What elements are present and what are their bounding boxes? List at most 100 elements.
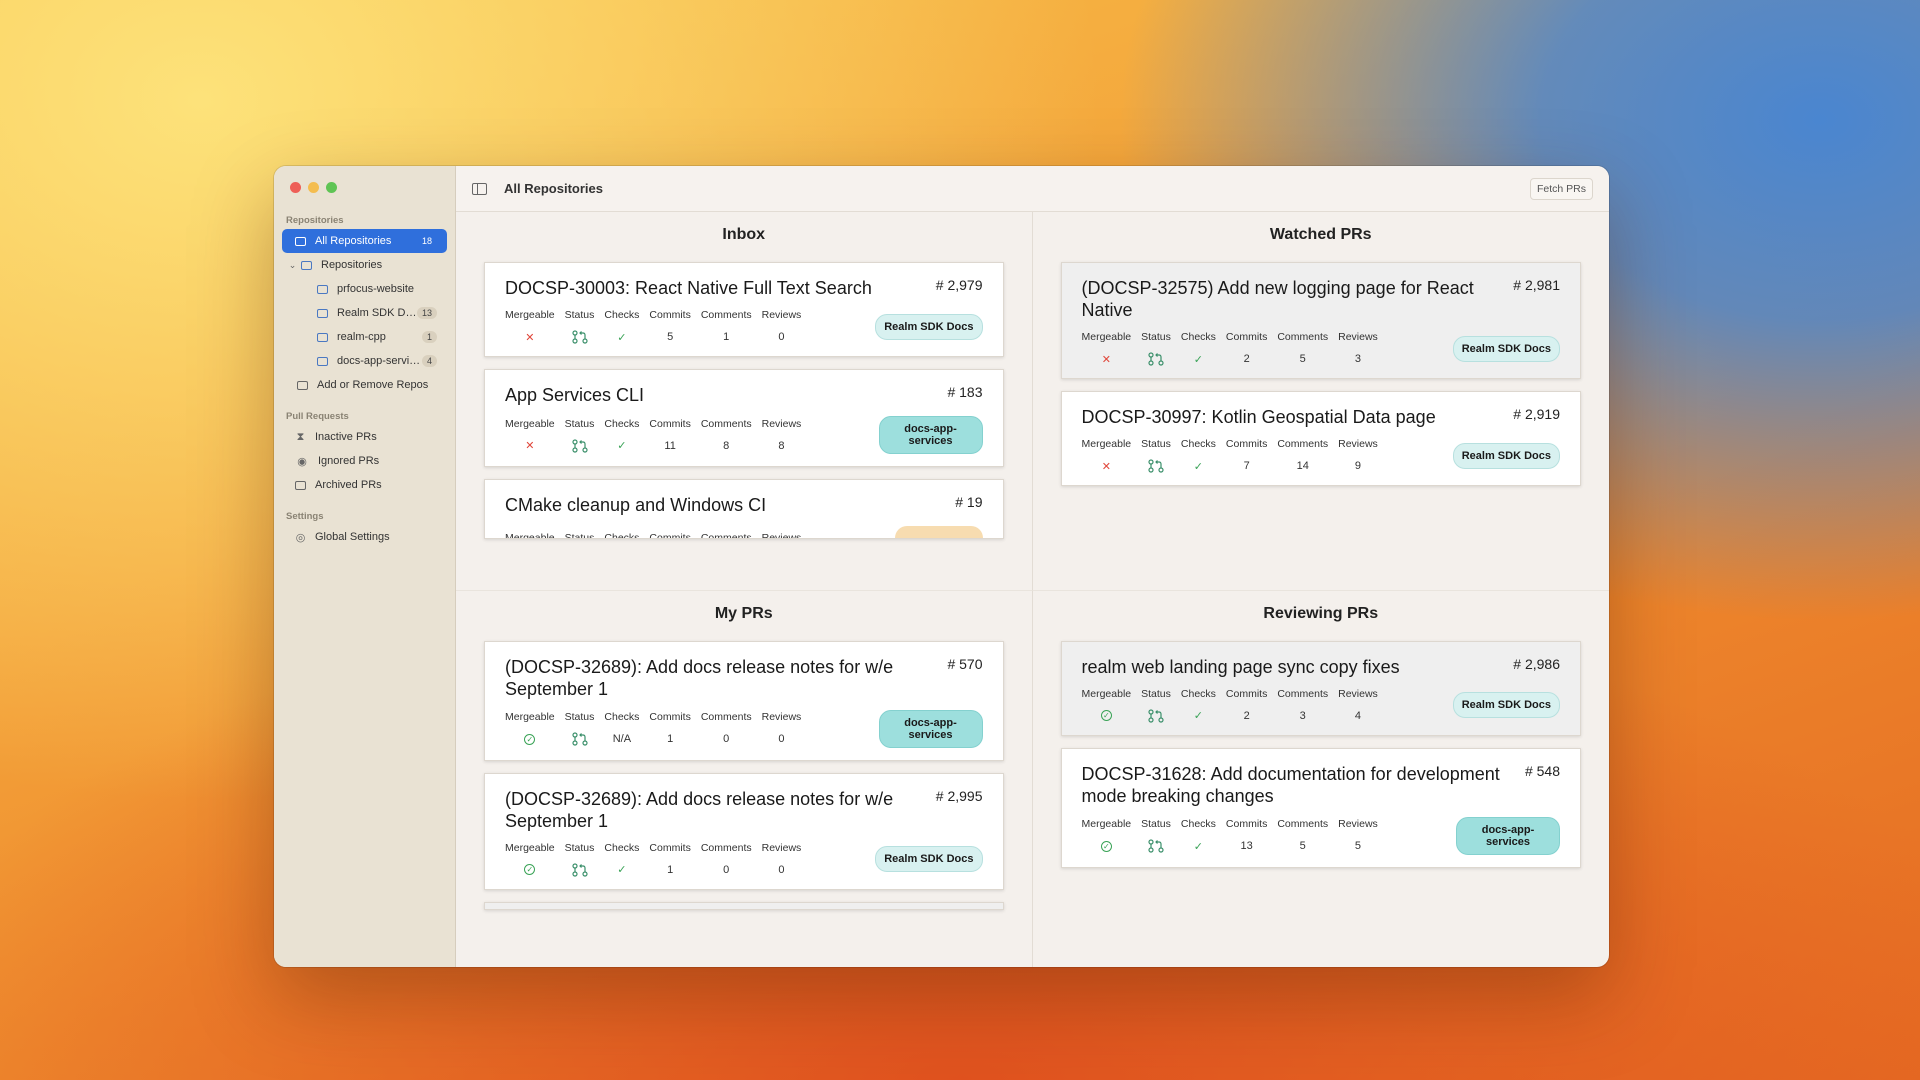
pr-quadrants: Inbox DOCSP-30003: React Native Full Tex…	[456, 212, 1609, 967]
sidebar-item-label: Archived PRs	[315, 479, 382, 491]
pr-title: (DOCSP-32689): Add docs release notes fo…	[505, 788, 894, 831]
checks-value: ✓	[1193, 710, 1204, 722]
toolbar-title: All Repositories	[504, 181, 603, 196]
repo-badge[interactable]: Realm SDK Docs	[875, 313, 983, 340]
repositories-stack-icon	[294, 236, 307, 247]
comments-value: 14	[1296, 460, 1309, 472]
commits-label: Commits	[649, 711, 691, 723]
repo-badge[interactable]: docs-app-services	[878, 416, 983, 454]
reviews-value: 0	[778, 733, 785, 745]
pr-card[interactable]: (DOCSP-32575) Add new logging page for R…	[1060, 262, 1581, 379]
pr-card[interactable]	[484, 901, 1004, 910]
commits-label: Commits	[1225, 438, 1268, 450]
repo-badge[interactable]	[894, 526, 983, 538]
pr-number: # 19	[955, 494, 983, 510]
status-label: Status	[564, 309, 595, 321]
not-mergeable-icon: ✕	[525, 440, 535, 452]
watched-panel: Watched PRs (DOCSP-32575) Add new loggin…	[1033, 212, 1610, 590]
repo-badge[interactable]: Realm SDK Docs	[875, 846, 983, 872]
repo-badge[interactable]: docs-app-services	[1456, 816, 1560, 855]
sidebar-item-add-remove-repos[interactable]: Add or Remove Repos	[282, 373, 447, 397]
sidebar-item-inactive-prs[interactable]: ⧗ Inactive PRs	[282, 425, 447, 449]
pr-card[interactable]: DOCSP-31628: Add documentation for devel…	[1060, 747, 1581, 868]
sidebar-item-global-settings[interactable]: ◎ Global Settings	[282, 525, 447, 549]
pr-number: # 183	[947, 384, 983, 400]
minimize-button[interactable]	[308, 182, 319, 193]
sidebar-item-all-repositories[interactable]: All Repositories 18	[282, 229, 447, 253]
pr-stats: Mergeable ✓ Status Checks N/A Commits 1 Com…	[505, 711, 811, 746]
mergeable-check-circle-icon: ✓	[524, 864, 536, 875]
sidebar-item-realm-sdk-docs[interactable]: Realm SDK Docs 13	[282, 301, 447, 325]
sidebar-group-repositories[interactable]: ⌄ Repositories	[282, 253, 447, 277]
reviews-label: Reviews	[1338, 331, 1378, 343]
comments-label: Comments	[700, 841, 752, 854]
sidebar-item-label: Global Settings	[315, 531, 390, 543]
comments-label: Comments	[1277, 687, 1329, 700]
pull-request-icon	[1148, 352, 1164, 366]
pr-title: DOCSP-30003: React Native Full Text Sear…	[505, 278, 872, 298]
zoom-button[interactable]	[326, 182, 337, 193]
fetch-prs-button[interactable]: Fetch PRs	[1529, 177, 1593, 200]
sidebar-section-repositories: Repositories	[286, 215, 344, 226]
sidebar: Repositories All Repositories 18 ⌄ Repos…	[274, 166, 456, 967]
pr-number: # 2,986	[1513, 655, 1560, 672]
comments-value: 3	[1299, 709, 1306, 722]
repo-badge[interactable]: Realm SDK Docs	[1452, 335, 1560, 362]
chevron-down-icon[interactable]: ⌄	[288, 260, 297, 271]
commits-value: 5	[667, 331, 674, 343]
pr-card[interactable]: CMake cleanup and Windows CI # 19 Mergea…	[484, 479, 1004, 539]
pr-title: (DOCSP-32575) Add new logging page for R…	[1081, 278, 1474, 320]
reviews-value: 0	[778, 863, 785, 876]
repo-icon	[316, 284, 329, 295]
sidebar-item-docs-app-services[interactable]: docs-app-servic... 4	[282, 349, 447, 373]
main-content: All Repositories Fetch PRs Inbox DOCSP-3…	[456, 166, 1609, 967]
inbox-title: Inbox	[722, 226, 766, 243]
sidebar-item-prfocus-website[interactable]: prfocus-website	[282, 277, 447, 301]
commits-value: 2	[1243, 709, 1250, 722]
archive-box-icon	[294, 480, 307, 491]
repo-badge[interactable]: Realm SDK Docs	[1452, 692, 1560, 718]
eye-slash-icon: ◉	[297, 455, 307, 468]
repo-badge[interactable]: Realm SDK Docs	[1452, 442, 1560, 469]
comments-label: Comments	[700, 711, 752, 723]
status-label: Status	[564, 711, 595, 723]
reviews-label: Reviews	[761, 309, 802, 321]
status-label: Status	[1141, 818, 1171, 830]
sidebar-toggle-icon[interactable]	[472, 182, 487, 195]
repositories-stack-icon	[296, 380, 309, 391]
repo-badge[interactable]: docs-app-services	[878, 709, 983, 748]
commits-value: 11	[664, 439, 676, 452]
pr-number: # 570	[947, 655, 983, 672]
reviewing-panel: Reviewing PRs realm web landing page syn…	[1032, 589, 1609, 968]
checks-value: ✓	[1193, 460, 1204, 473]
pr-card[interactable]: realm web landing page sync copy fixes #…	[1060, 640, 1581, 736]
pr-card[interactable]: DOCSP-30997: Kotlin Geospatial Data page…	[1060, 391, 1581, 486]
reviews-label: Reviews	[761, 841, 802, 854]
sidebar-item-realm-cpp[interactable]: realm-cpp 1	[282, 325, 447, 349]
reviewing-list: realm web landing page sync copy fixes #…	[1060, 640, 1581, 868]
mergeable-label: Mergeable	[505, 532, 555, 539]
comments-value: 0	[723, 733, 730, 745]
checks-value: ✓	[617, 864, 627, 876]
pr-card[interactable]: (DOCSP-32689): Add docs release notes fo…	[484, 640, 1004, 761]
sidebar-item-label: Add or Remove Repos	[317, 379, 429, 391]
reviews-label: Reviews	[761, 417, 802, 430]
comments-label: Comments	[1277, 438, 1329, 450]
inbox-panel: Inbox DOCSP-30003: React Native Full Tex…	[456, 212, 1033, 590]
sidebar-item-ignored-prs[interactable]: ◉ Ignored PRs	[282, 449, 447, 473]
pr-stats: Mergeable ✕ Status Checks ✓ Commits 11 Comm…	[505, 418, 811, 453]
status-label: Status	[1141, 331, 1171, 343]
pr-card[interactable]: DOCSP-30003: React Native Full Text Sear…	[484, 262, 1004, 357]
status-label: Status	[1141, 687, 1171, 700]
watched-list: (DOCSP-32575) Add new logging page for R…	[1060, 262, 1581, 486]
pr-card[interactable]: App Services CLI # 183 Mergeable ✕ Status…	[484, 369, 1004, 467]
reviews-label: Reviews	[1338, 687, 1378, 700]
close-button[interactable]	[290, 182, 301, 193]
repo-icon	[316, 308, 329, 319]
mergeable-label: Mergeable	[1081, 687, 1132, 700]
checks-value: ✓	[1193, 840, 1204, 853]
pr-stats: Mergeable ✕ Status Checks ✓ Commits 5 Comme…	[505, 309, 811, 344]
watched-title: Watched PRs	[1269, 226, 1372, 243]
pr-card[interactable]: (DOCSP-32689): Add docs release notes fo…	[484, 772, 1004, 890]
sidebar-item-archived-prs[interactable]: Archived PRs	[282, 473, 447, 497]
